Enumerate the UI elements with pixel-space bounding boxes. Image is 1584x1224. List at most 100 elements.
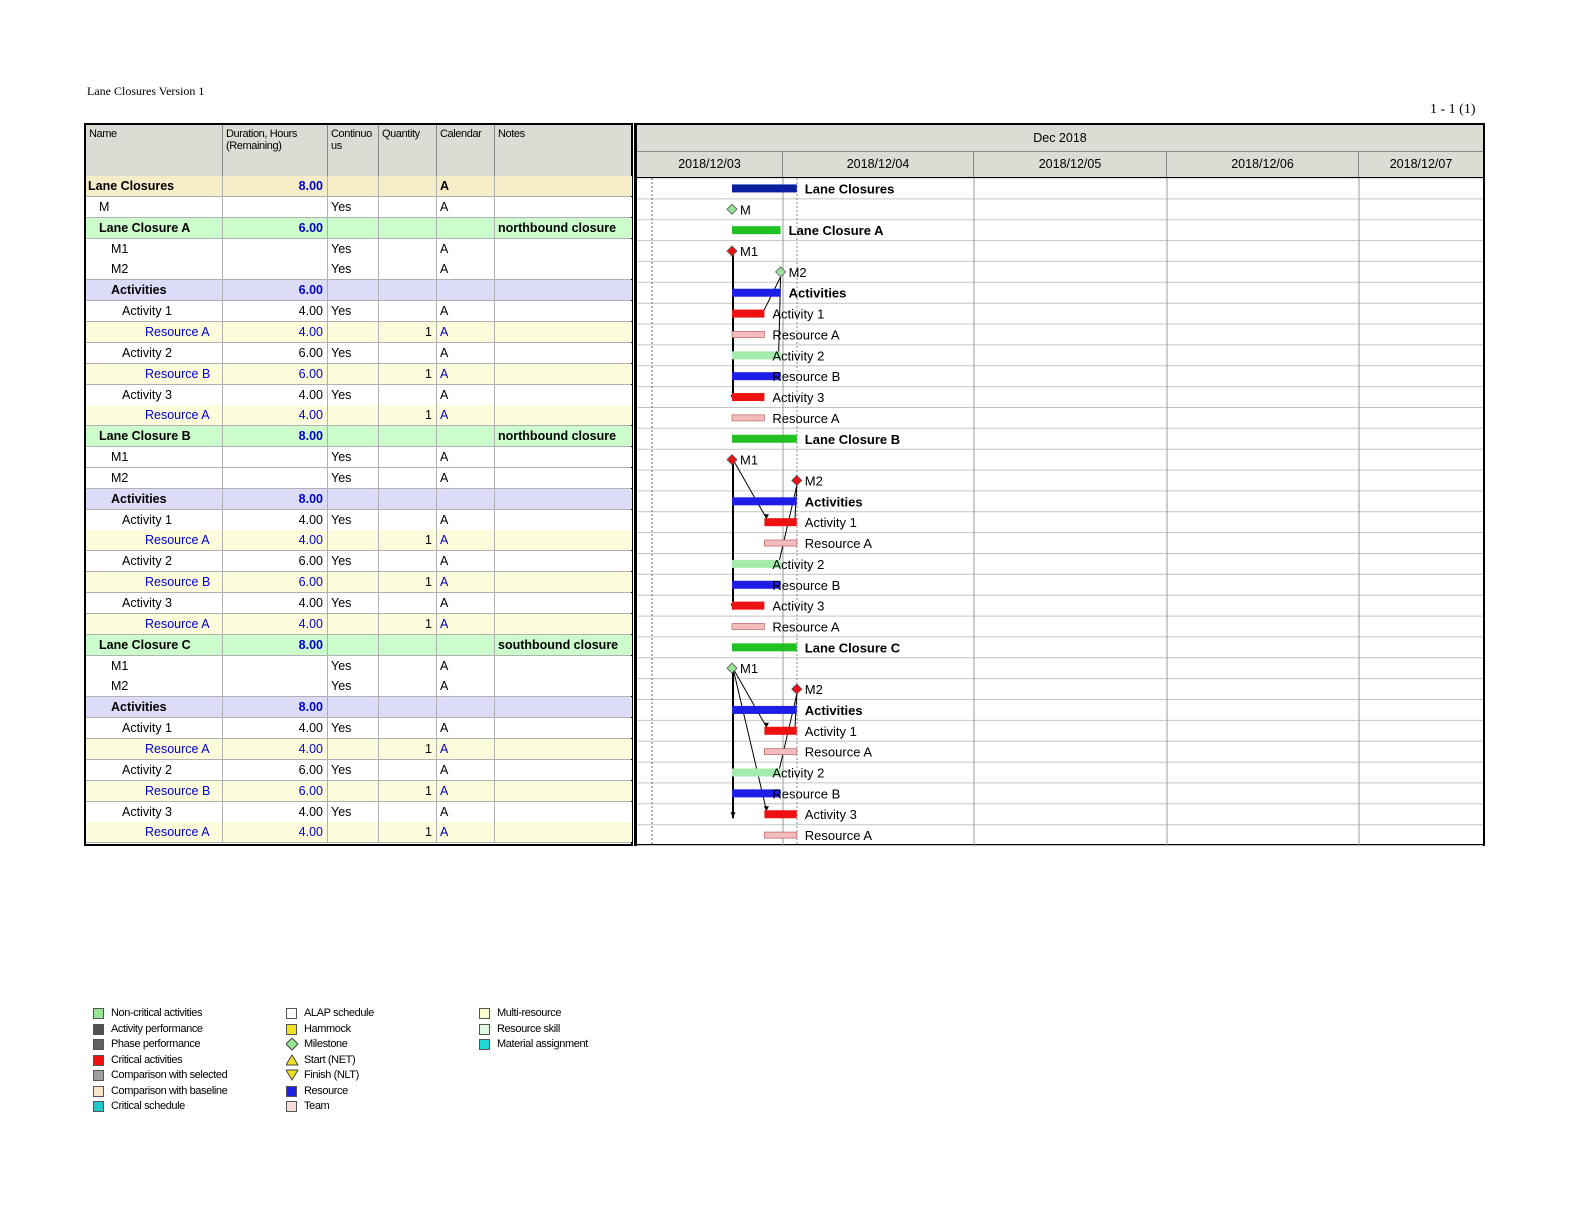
row-calendar[interactable]: A [437, 718, 495, 739]
row-quantity[interactable]: 1 [379, 613, 437, 634]
row-notes[interactable] [495, 301, 632, 322]
row-name[interactable]: Resource B [86, 572, 223, 593]
row-duration[interactable] [223, 676, 328, 697]
row-quantity[interactable] [379, 238, 437, 259]
row-continuous[interactable] [328, 822, 379, 843]
row-notes[interactable]: northbound closure [495, 426, 632, 447]
table-row[interactable]: Resource A 4.00 1 A [86, 738, 632, 760]
row-continuous[interactable] [328, 738, 379, 759]
table-row[interactable]: Resource A 4.00 1 A [86, 530, 632, 552]
row-continuous[interactable]: Yes [328, 593, 379, 613]
table-row[interactable]: Activity 1 4.00 Yes A [86, 301, 632, 323]
table-row[interactable]: Resource A 4.00 1 A [86, 321, 632, 343]
row-name[interactable]: Resource A [86, 321, 223, 342]
row-name[interactable]: Activity 3 [86, 384, 223, 405]
row-calendar[interactable]: A [437, 259, 495, 280]
row-name[interactable]: Activity 1 [86, 509, 223, 530]
row-duration[interactable]: 4.00 [223, 509, 328, 530]
row-continuous[interactable]: Yes [328, 384, 379, 405]
row-quantity[interactable] [379, 551, 437, 572]
table-row[interactable]: Resource B 6.00 1 A [86, 572, 632, 594]
table-row[interactable]: Lane Closure A 6.00 northbound closure [86, 217, 632, 239]
row-duration[interactable]: 4.00 [223, 738, 328, 759]
col-duration-header[interactable]: Duration, Hours (Remaining) [223, 125, 328, 178]
table-row[interactable]: Activity 2 6.00 Yes A [86, 759, 632, 781]
table-row[interactable]: Activities 6.00 [86, 280, 632, 302]
row-name[interactable]: M2 [86, 467, 223, 488]
row-continuous[interactable]: Yes [328, 655, 379, 676]
row-quantity[interactable]: 1 [379, 738, 437, 759]
table-row[interactable]: M Yes A [86, 196, 632, 218]
row-calendar[interactable]: A [437, 676, 495, 697]
table-row[interactable]: Activity 1 4.00 Yes A [86, 718, 632, 740]
row-quantity[interactable] [379, 509, 437, 530]
row-name[interactable]: M1 [86, 447, 223, 468]
table-row[interactable]: Resource A 4.00 1 A [86, 405, 632, 427]
row-quantity[interactable] [379, 217, 437, 238]
row-notes[interactable] [495, 738, 632, 759]
row-notes[interactable] [495, 759, 632, 780]
row-quantity[interactable] [379, 301, 437, 322]
row-quantity[interactable] [379, 384, 437, 405]
row-notes[interactable] [495, 676, 632, 697]
row-continuous[interactable]: Yes [328, 342, 379, 363]
table-row[interactable]: Lane Closures 8.00 A [86, 176, 632, 197]
row-continuous[interactable]: Yes [328, 676, 379, 697]
row-notes[interactable] [495, 280, 632, 301]
row-notes[interactable] [495, 655, 632, 676]
row-calendar[interactable]: A [437, 384, 495, 405]
row-calendar[interactable]: A [437, 655, 495, 676]
row-quantity[interactable] [379, 634, 437, 655]
row-continuous[interactable] [328, 363, 379, 384]
row-notes[interactable] [495, 363, 632, 384]
row-quantity[interactable]: 1 [379, 363, 437, 384]
row-continuous[interactable] [328, 426, 379, 447]
row-name[interactable]: Activity 3 [86, 801, 223, 822]
row-continuous[interactable] [328, 530, 379, 551]
row-duration[interactable]: 4.00 [223, 301, 328, 322]
row-notes[interactable] [495, 238, 632, 259]
row-quantity[interactable] [379, 718, 437, 739]
row-quantity[interactable] [379, 593, 437, 613]
row-continuous[interactable] [328, 780, 379, 801]
row-continuous[interactable] [328, 488, 379, 509]
table-row[interactable]: M1 Yes A [86, 655, 632, 677]
row-duration[interactable]: 4.00 [223, 613, 328, 634]
table-row[interactable]: Resource B 6.00 1 A [86, 363, 632, 385]
row-quantity[interactable]: 1 [379, 572, 437, 593]
row-calendar[interactable]: A [437, 551, 495, 572]
row-notes[interactable] [495, 384, 632, 405]
row-name[interactable]: Activities [86, 280, 223, 301]
table-row[interactable]: Lane Closure B 8.00 northbound closure [86, 426, 632, 448]
row-continuous[interactable] [328, 613, 379, 634]
row-notes[interactable] [495, 342, 632, 363]
row-duration[interactable] [223, 467, 328, 488]
col-quantity-header[interactable]: Quantity [379, 125, 437, 178]
row-quantity[interactable] [379, 259, 437, 280]
row-notes[interactable] [495, 467, 632, 488]
row-quantity[interactable] [379, 426, 437, 447]
row-calendar[interactable]: A [437, 613, 495, 634]
row-calendar[interactable] [437, 426, 495, 447]
row-calendar[interactable]: A [437, 530, 495, 551]
row-quantity[interactable] [379, 488, 437, 509]
row-continuous[interactable] [328, 634, 379, 655]
row-duration[interactable]: 6.00 [223, 342, 328, 363]
row-notes[interactable] [495, 447, 632, 468]
row-continuous[interactable] [328, 176, 379, 196]
row-calendar[interactable]: A [437, 301, 495, 322]
row-notes[interactable] [495, 196, 632, 217]
row-continuous[interactable]: Yes [328, 509, 379, 530]
table-row[interactable]: M1 Yes A [86, 238, 632, 260]
row-continuous[interactable] [328, 405, 379, 426]
row-notes[interactable] [495, 551, 632, 572]
table-row[interactable]: M2 Yes A [86, 259, 632, 281]
row-continuous[interactable]: Yes [328, 447, 379, 468]
table-row[interactable]: Activity 3 4.00 Yes A [86, 384, 632, 406]
row-calendar[interactable]: A [437, 780, 495, 801]
table-row[interactable]: Lane Closure C 8.00 southbound closure [86, 634, 632, 656]
row-duration[interactable]: 8.00 [223, 634, 328, 655]
row-duration[interactable]: 4.00 [223, 822, 328, 843]
row-continuous[interactable]: Yes [328, 718, 379, 739]
row-name[interactable]: Resource B [86, 780, 223, 801]
